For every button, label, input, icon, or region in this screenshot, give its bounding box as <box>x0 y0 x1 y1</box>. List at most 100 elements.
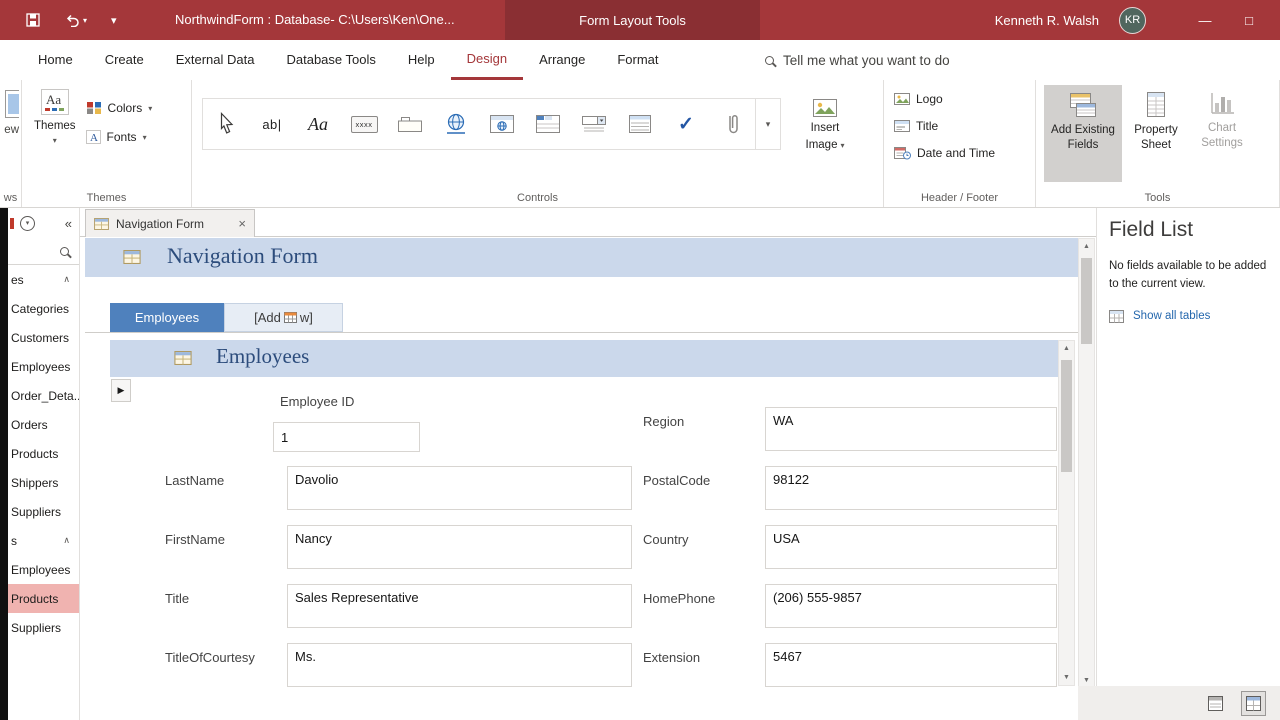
undo-button[interactable]: ▾ <box>64 14 87 27</box>
ribbon-tab-arrange[interactable]: Arrange <box>523 40 601 80</box>
control-hyperlink-button[interactable] <box>433 99 479 149</box>
ribbon-tab-create[interactable]: Create <box>89 40 160 80</box>
control-list-box-button[interactable] <box>617 99 663 149</box>
ribbon-group-header-footer: Logo Title Date and Time Header / Footer <box>884 80 1036 207</box>
navpane-item-products[interactable]: Products <box>8 439 79 468</box>
navpane-item-employees[interactable]: Employees <box>8 352 79 381</box>
control-check-box-button[interactable]: ✓ <box>663 99 709 149</box>
navpane-item-customers[interactable]: Customers <box>8 323 79 352</box>
minimize-button[interactable]: — <box>1190 13 1220 28</box>
customize-qat-button[interactable]: ▾ <box>111 14 117 27</box>
form-view-button[interactable] <box>1203 691 1228 716</box>
navpane-group-header-2[interactable]: s ∧ <box>8 526 79 555</box>
account-name[interactable]: Kenneth R. Walsh <box>995 13 1099 28</box>
subform-header-band: Employees <box>110 340 1058 377</box>
scroll-down-icon[interactable]: ▼ <box>1059 674 1074 681</box>
chart-settings-button[interactable]: Chart Settings <box>1190 85 1254 182</box>
date-time-button[interactable]: Date and Time <box>894 146 1035 160</box>
scroll-down-icon[interactable]: ▼ <box>1079 677 1094 684</box>
navpane-item-shippers[interactable]: Shippers <box>8 468 79 497</box>
field-input-country[interactable]: USA <box>765 525 1057 569</box>
add-existing-fields-button[interactable]: Add Existing Fields <box>1044 85 1122 182</box>
undo-dropdown-icon[interactable]: ▾ <box>83 16 87 25</box>
ribbon-tab-design[interactable]: Design <box>450 40 524 80</box>
tell-me-search[interactable]: Tell me what you want to do <box>765 40 950 80</box>
logo-button[interactable]: Logo <box>894 92 1035 106</box>
document-scrollbar-thumb[interactable] <box>1081 258 1092 344</box>
navpane-item-products-selected[interactable]: Products <box>8 584 79 613</box>
control-select-button[interactable] <box>203 99 249 149</box>
navpane-item-employees-2[interactable]: Employees <box>8 555 79 584</box>
field-input-employee-id[interactable]: 1 <box>273 422 420 452</box>
field-input-region[interactable]: WA <box>765 407 1057 451</box>
layout-view-button[interactable] <box>1241 690 1266 716</box>
subform-scrollbar-thumb[interactable] <box>1061 360 1072 472</box>
control-tab-control-button[interactable] <box>387 99 433 149</box>
control-web-browser-button[interactable] <box>479 99 525 149</box>
controls-gallery-more-button[interactable]: ▾ <box>756 98 781 150</box>
group-collapse-icon: ∧ <box>63 535 70 545</box>
control-attachment-button[interactable] <box>709 99 755 149</box>
tab-close-button[interactable]: × <box>238 216 246 231</box>
navpane-item-suppliers-2[interactable]: Suppliers <box>8 613 79 642</box>
ribbon-tab-home[interactable]: Home <box>22 40 89 80</box>
record-selector[interactable]: ▶ <box>111 379 131 402</box>
avatar[interactable]: KR <box>1119 6 1146 34</box>
ribbon-tab-external-data[interactable]: External Data <box>160 40 271 80</box>
maximize-button[interactable]: □ <box>1234 13 1264 28</box>
customize-qat-icon: ▾ <box>111 14 117 27</box>
control-navigation-button[interactable] <box>525 99 571 149</box>
ribbon-tab-help[interactable]: Help <box>392 40 451 80</box>
field-input-extension[interactable]: 5467 <box>765 643 1057 687</box>
field-input-homephone[interactable]: (206) 555-9857 <box>765 584 1057 628</box>
field-input-postalcode[interactable]: 98122 <box>765 466 1057 510</box>
window-title: NorthwindForm : Database- C:\Users\Ken\O… <box>175 12 455 27</box>
add-existing-label-1: Add Existing <box>1051 124 1115 136</box>
save-button[interactable] <box>26 13 40 27</box>
field-input-lastname[interactable]: Davolio <box>287 466 632 510</box>
subform-scrollbar[interactable]: ▲ ▼ <box>1058 340 1075 686</box>
navpane-item-suppliers[interactable]: Suppliers <box>8 497 79 526</box>
navpane-item-orders[interactable]: Orders <box>8 410 79 439</box>
fonts-button[interactable]: A Fonts ▾ <box>85 130 153 144</box>
navpane-menu-button[interactable]: ▾ <box>20 215 35 231</box>
collapse-pane-button[interactable]: « <box>65 216 72 231</box>
navigation-control-icon <box>536 115 560 133</box>
form-tab-add-new[interactable]: [Add w] <box>224 303 343 332</box>
scroll-up-icon[interactable]: ▲ <box>1079 243 1094 250</box>
title-button[interactable]: Title <box>894 119 1035 133</box>
colors-button[interactable]: Colors ▾ <box>86 101 152 115</box>
form-tab-employees[interactable]: Employees <box>110 303 224 332</box>
ribbon-tab-format[interactable]: Format <box>601 40 674 80</box>
attachment-paperclip-icon <box>728 115 738 134</box>
control-label-button[interactable]: Aa <box>295 99 341 149</box>
themes-icon: Aa <box>40 89 69 115</box>
controls-gallery: ab| Aa xxxx ✓ <box>202 98 756 150</box>
scroll-up-icon[interactable]: ▲ <box>1059 345 1074 352</box>
navpane-group-header-1[interactable]: es ∧ <box>8 265 79 294</box>
themes-button[interactable]: Aa Themes ▾ <box>34 88 76 207</box>
fonts-dropdown-icon: ▾ <box>142 132 147 142</box>
navpane-item-categories[interactable]: Categories <box>8 294 79 323</box>
field-input-titleofcourtesy[interactable]: Ms. <box>287 643 632 687</box>
navpane-search[interactable] <box>8 238 79 265</box>
navigation-pane: ▾ « es ∧ Categories Customers Employees … <box>8 208 80 720</box>
control-text-box-button[interactable]: ab| <box>249 99 295 149</box>
show-all-tables-link[interactable]: Show all tables <box>1109 309 1270 323</box>
document-scrollbar[interactable]: ▲ ▼ <box>1078 238 1095 689</box>
field-input-title[interactable]: Sales Representative <box>287 584 632 628</box>
group-label-controls: Controls <box>517 192 558 204</box>
control-combo-box-button[interactable] <box>571 99 617 149</box>
control-button-button[interactable]: xxxx <box>341 99 387 149</box>
view-button-label[interactable]: ew <box>4 124 19 136</box>
button-control-icon: xxxx <box>350 115 378 133</box>
document-tab-navigation-form[interactable]: Navigation Form × <box>85 209 255 237</box>
contextual-tab-group[interactable]: Form Layout Tools <box>505 0 760 40</box>
navpane-item-order-details[interactable]: Order_Deta... <box>8 381 79 410</box>
field-input-firstname[interactable]: Nancy <box>287 525 632 569</box>
insert-image-button[interactable]: Insert Image ▾ <box>795 98 855 153</box>
ribbon-tab-database-tools[interactable]: Database Tools <box>270 40 391 80</box>
property-sheet-button[interactable]: Property Sheet <box>1124 85 1188 182</box>
ribbon-group-themes: Aa Themes ▾ Colors ▾ A Fonts ▾ Themes <box>22 80 192 207</box>
view-button-icon[interactable] <box>5 90 19 118</box>
